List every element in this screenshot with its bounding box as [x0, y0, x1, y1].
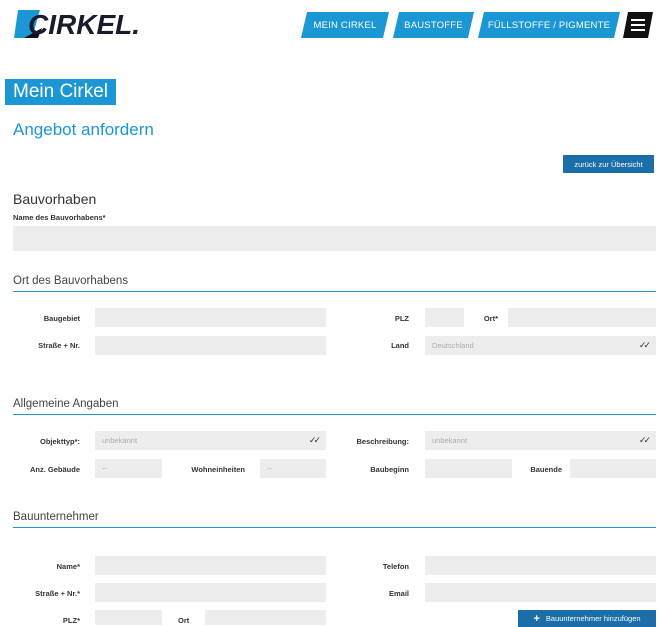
add-contractor-label: Bauunternehmer hinzufügen: [545, 614, 641, 623]
wohneinheiten-input[interactable]: --: [260, 459, 326, 478]
wohneinheiten-label: Wohneinheiten: [191, 465, 245, 474]
gebaeude-value: --: [102, 464, 107, 473]
location-section-heading: Ort des Bauvorhabens: [13, 275, 129, 287]
plz-input[interactable]: [425, 308, 464, 327]
tab-fuellstoffe-pigmente[interactable]: FÜLLSTOFFE / PIGMENTE: [478, 12, 620, 38]
baugebiet-label: Baugebiet: [43, 314, 80, 323]
contractor-name-label: Name*: [56, 562, 80, 571]
section-divider: [13, 527, 656, 528]
baubeginn-input[interactable]: [425, 459, 512, 478]
ort-input[interactable]: [508, 308, 656, 327]
contractor-plz-label: PLZ*: [62, 616, 80, 625]
contractor-section-heading: Bauunternehmer: [13, 511, 99, 523]
strasse-label: Straße + Nr.: [38, 341, 80, 350]
tab-label: MEIN CIRKEL: [313, 19, 377, 31]
bauende-input[interactable]: [570, 459, 656, 478]
page-subtitle: Angebot anfordern: [13, 120, 154, 139]
contractor-ort-label: Ort: [178, 616, 190, 625]
contractor-name-input[interactable]: [95, 556, 326, 575]
contractor-plz-input[interactable]: [95, 610, 162, 625]
beschreibung-select[interactable]: unbekannt ✓✓: [425, 431, 656, 450]
chevron-down-icon: ✓✓: [308, 435, 321, 445]
tab-baustoffe[interactable]: BAUSTOFFE: [393, 12, 474, 38]
gebaeude-input[interactable]: --: [95, 459, 162, 478]
beschreibung-value: unbekannt: [432, 436, 468, 445]
general-section-heading: Allgemeine Angaben: [13, 398, 119, 410]
chevron-down-icon: ✓✓: [638, 340, 651, 350]
plz-label: PLZ: [394, 314, 409, 323]
contractor-strasse-label: Straße + Nr.*: [35, 589, 80, 598]
land-select[interactable]: Deutschland ✓✓: [425, 336, 656, 355]
beschreibung-label: Beschreibung:: [356, 437, 409, 446]
back-to-overview-button[interactable]: zurück zur Übersicht: [563, 155, 654, 173]
add-contractor-button[interactable]: + Bauunternehmer hinzufügen: [518, 610, 656, 627]
bauvorhaben-heading: Bauvorhaben: [13, 191, 97, 207]
strasse-input[interactable]: [95, 336, 326, 355]
cirkel-logo[interactable]: CIRKEL.: [14, 6, 146, 42]
baubeginn-label: Baubeginn: [370, 465, 409, 474]
plus-icon: +: [533, 612, 540, 625]
tab-label: FÜLLSTOFFE / PIGMENTE: [487, 19, 611, 31]
contractor-strasse-input[interactable]: [95, 583, 326, 602]
page-title: Mein Cirkel: [5, 79, 117, 105]
email-label: Email: [388, 589, 409, 598]
land-value: Deutschland: [432, 341, 474, 350]
gebaeude-label: Anz. Gebäude: [29, 465, 80, 474]
bauende-label: Bauende: [530, 465, 562, 474]
telefon-label: Telefon: [382, 562, 409, 571]
tab-mein-cirkel[interactable]: MEIN CIRKEL: [301, 12, 389, 38]
tab-label: BAUSTOFFE: [404, 19, 463, 31]
project-name-input[interactable]: [13, 226, 656, 251]
section-divider: [13, 291, 656, 292]
objekttyp-label: Objekttyp*:: [39, 437, 80, 446]
chevron-down-icon: ✓✓: [638, 435, 651, 445]
telefon-input[interactable]: [425, 556, 656, 575]
baugebiet-input[interactable]: [95, 308, 326, 327]
logo-text: CIRKEL.: [28, 9, 140, 40]
objekttyp-select[interactable]: unbekannt ✓✓: [95, 431, 326, 450]
hamburger-icon: [631, 16, 645, 34]
hamburger-menu-button[interactable]: [623, 12, 653, 38]
wohneinheiten-value: --: [267, 464, 272, 473]
land-label: Land: [391, 341, 409, 350]
ort-label: Ort*: [483, 314, 498, 323]
email-input[interactable]: [425, 583, 656, 602]
contractor-ort-input[interactable]: [205, 610, 326, 625]
objekttyp-value: unbekannt: [102, 436, 138, 445]
project-name-label: Name des Bauvorhabens*: [13, 213, 106, 222]
section-divider: [13, 414, 656, 415]
